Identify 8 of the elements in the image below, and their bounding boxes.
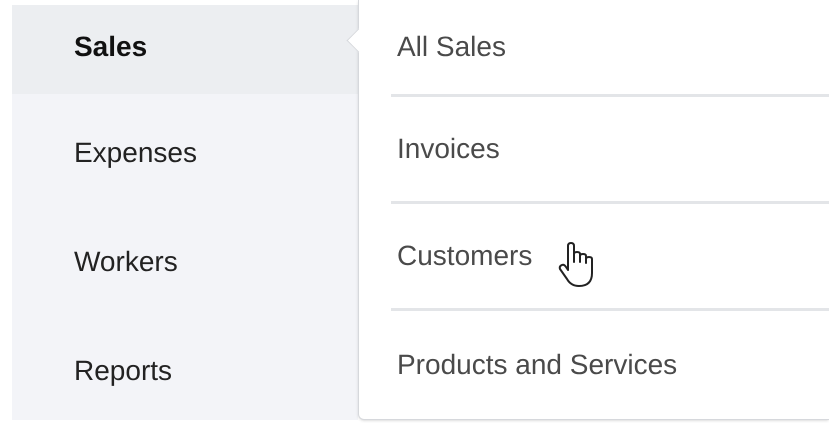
sidebar-item[interactable]: Workers bbox=[12, 202, 358, 312]
sidebar-item[interactable]: Expenses bbox=[12, 94, 358, 203]
submenu-item[interactable]: All Sales bbox=[391, 26, 506, 68]
submenu-item[interactable]: Products and Services bbox=[391, 344, 678, 386]
sidebar-item[interactable]: Sales bbox=[12, 5, 358, 94]
submenu-item[interactable]: Invoices bbox=[391, 128, 500, 170]
submenu-item[interactable]: Customers bbox=[391, 235, 532, 277]
sidebar-item[interactable]: Reports bbox=[12, 311, 358, 420]
